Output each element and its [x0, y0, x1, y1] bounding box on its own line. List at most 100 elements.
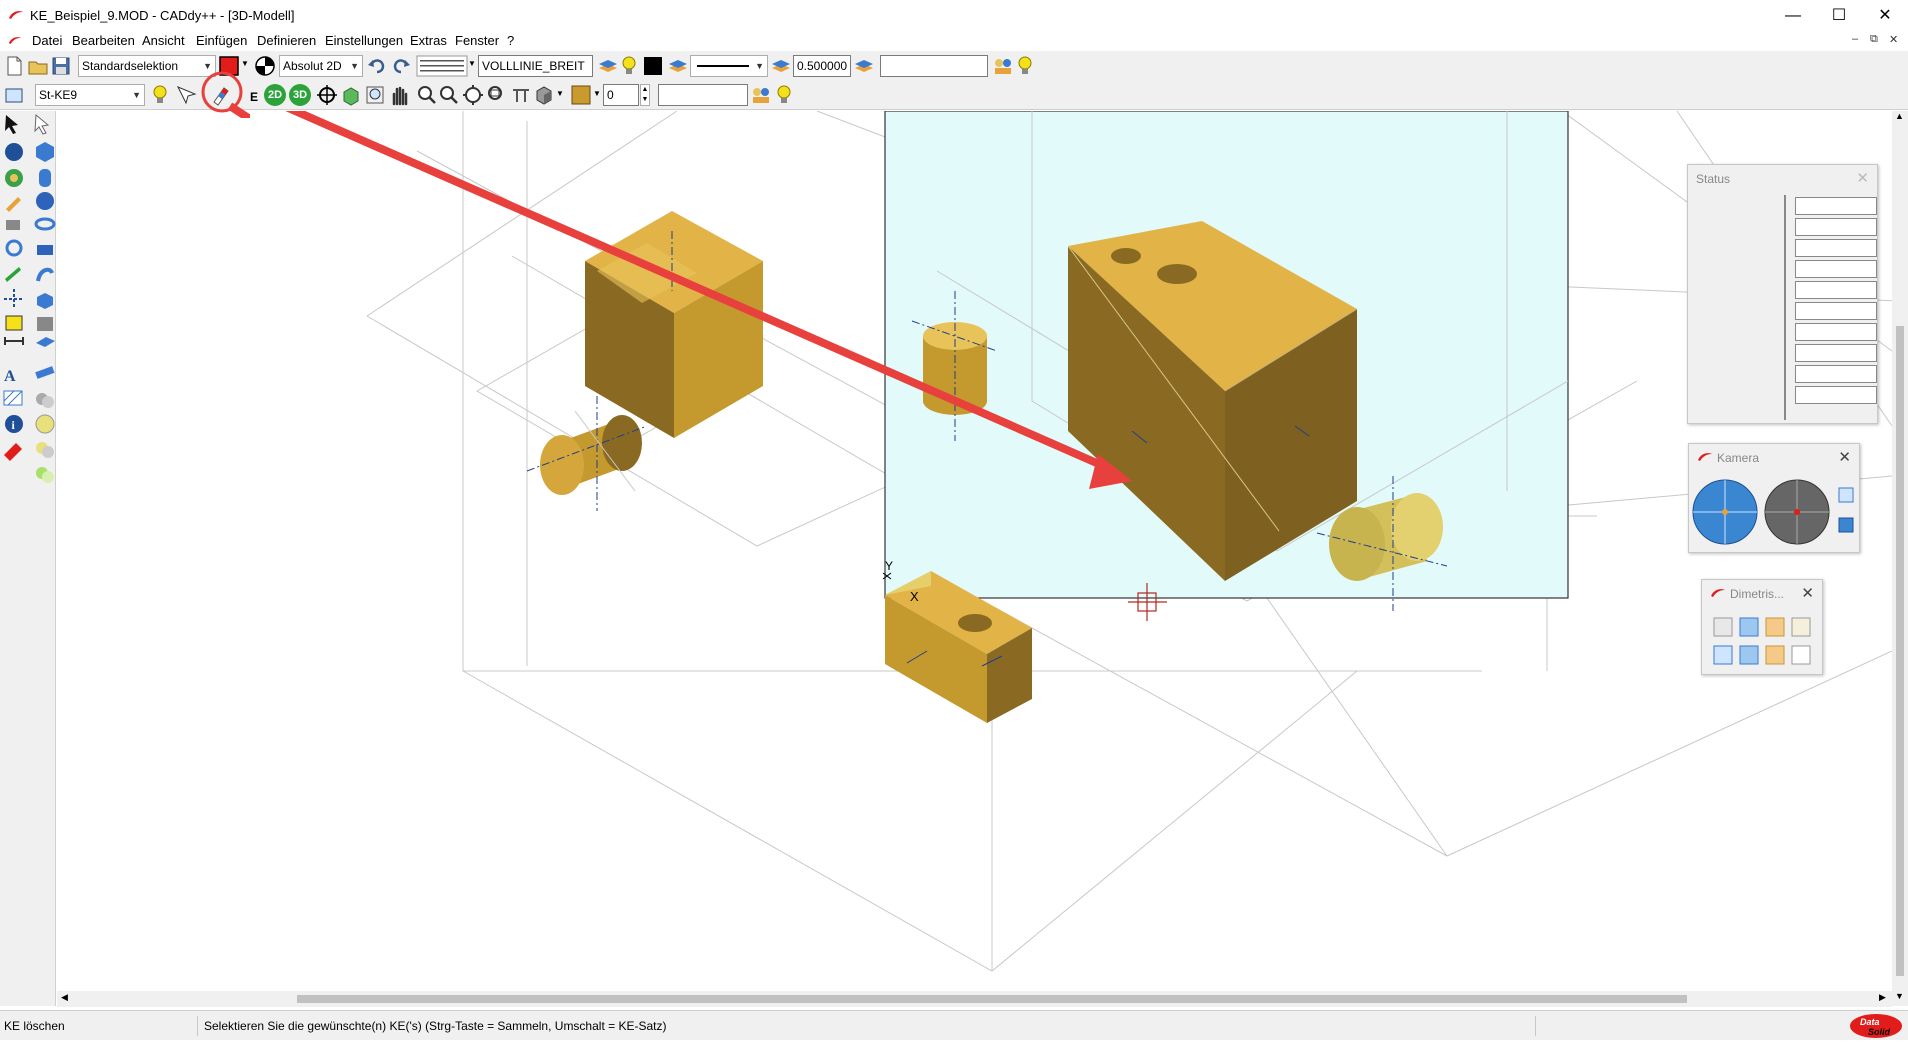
- scroll-left-icon[interactable]: ◀: [61, 992, 68, 1003]
- close-button[interactable]: ✕: [1862, 0, 1908, 31]
- camera-orbit-dark[interactable]: [1764, 479, 1830, 545]
- rotate-view-icon[interactable]: [316, 84, 338, 106]
- spheres-icon[interactable]: [36, 393, 54, 408]
- view-cube-icon[interactable]: [1765, 617, 1785, 637]
- eraser-icon[interactable]: [4, 443, 22, 461]
- view-cube-icon[interactable]: [1713, 645, 1733, 665]
- status-close-button[interactable]: ✕: [1856, 169, 1869, 187]
- vertical-scrollbar[interactable]: ▲ ▼: [1892, 111, 1908, 1006]
- layer-stack-icon[interactable]: [770, 55, 792, 77]
- horizontal-scroll-thumb[interactable]: [297, 995, 1687, 1003]
- cylinder-solid-icon[interactable]: [39, 169, 51, 187]
- camera-cube-icon[interactable]: [1838, 487, 1854, 533]
- grid-pattern-icon[interactable]: [416, 55, 468, 77]
- measure-icon[interactable]: [5, 315, 23, 331]
- lightbulb-icon[interactable]: [618, 55, 640, 77]
- zoom-previous-icon[interactable]: [486, 84, 508, 106]
- layer-stack-icon[interactable]: [667, 55, 689, 77]
- users-icon[interactable]: [992, 55, 1014, 77]
- section-view-icon[interactable]: [510, 84, 532, 106]
- sweep-icon[interactable]: [36, 267, 54, 282]
- chevron-down-icon[interactable]: ▼: [556, 89, 564, 98]
- zoom-in-icon[interactable]: [416, 84, 438, 106]
- shell-icon[interactable]: [37, 245, 53, 255]
- view-cube-icon[interactable]: [1765, 645, 1785, 665]
- select-arrow-icon[interactable]: [5, 115, 18, 134]
- material-sphere-icon[interactable]: [35, 414, 55, 434]
- text-icon[interactable]: A: [4, 368, 16, 385]
- view-cube-icon[interactable]: [1739, 645, 1759, 665]
- line-style-select[interactable]: ▼: [690, 55, 768, 77]
- selection-mode-select[interactable]: Standardselektion ▼: [78, 55, 216, 77]
- layer-stack-icon[interactable]: [853, 55, 875, 77]
- mdi-restore-button[interactable]: ⧉: [1870, 33, 1878, 46]
- lightbulb-icon[interactable]: [1014, 55, 1036, 77]
- axis-icon[interactable]: [4, 289, 24, 309]
- dimension-icon[interactable]: [4, 337, 24, 345]
- minimize-button[interactable]: —: [1770, 0, 1816, 31]
- sketch-icon[interactable]: [5, 267, 21, 282]
- layer-rectangle-icon[interactable]: [3, 84, 25, 106]
- color-swatch-icon[interactable]: [642, 55, 664, 77]
- chamfer-icon[interactable]: [37, 317, 53, 331]
- menu-ansicht[interactable]: Ansicht: [142, 33, 185, 48]
- mdi-minimize-button[interactable]: –: [1852, 33, 1858, 45]
- save-icon[interactable]: [50, 55, 72, 77]
- extrude-icon[interactable]: [6, 220, 20, 230]
- line-width-field[interactable]: 0.500000: [793, 55, 851, 77]
- line-type-field[interactable]: VOLLLINIE_BREIT: [478, 55, 593, 77]
- multi-sphere-icon[interactable]: [36, 442, 54, 458]
- solid-cylinder-1[interactable]: [526, 396, 648, 511]
- layer-select[interactable]: St-KE9 ▼: [35, 84, 145, 106]
- lightbulb-icon[interactable]: [773, 84, 795, 106]
- sphere-solid-icon[interactable]: [5, 143, 23, 161]
- pan-hand-icon[interactable]: [388, 84, 410, 106]
- undo-icon[interactable]: [366, 55, 388, 77]
- view-3d-button[interactable]: 3D: [289, 84, 311, 106]
- menu-datei[interactable]: Datei: [32, 33, 62, 48]
- scroll-right-icon[interactable]: ▶: [1879, 992, 1886, 1003]
- menu-einfuegen[interactable]: Einfügen: [196, 33, 247, 48]
- coordinate-mode-select[interactable]: Absolut 2D ▼: [279, 55, 363, 77]
- beam-icon[interactable]: [35, 366, 55, 379]
- chevron-down-icon[interactable]: ▼: [593, 89, 601, 98]
- menu-einstellungen[interactable]: Einstellungen: [325, 33, 403, 48]
- open-folder-icon[interactable]: [27, 55, 49, 77]
- camera-orbit-blue[interactable]: [1692, 479, 1758, 545]
- plate-icon[interactable]: [36, 337, 55, 347]
- select-feature-icon[interactable]: [175, 84, 197, 106]
- users-icon[interactable]: [750, 84, 772, 106]
- chevron-down-icon[interactable]: ▼: [241, 59, 249, 68]
- zoom-out-icon[interactable]: [438, 84, 460, 106]
- 3d-viewport[interactable]: Y X: [57, 111, 1892, 991]
- scroll-down-icon[interactable]: ▼: [1895, 991, 1904, 1001]
- view-cube-icon[interactable]: [1791, 645, 1811, 665]
- hatch-icon[interactable]: [3, 390, 23, 406]
- loft-icon[interactable]: [37, 293, 53, 309]
- menu-definieren[interactable]: Definieren: [257, 33, 316, 48]
- zoom-window-icon[interactable]: [364, 84, 386, 106]
- new-file-icon[interactable]: [3, 55, 25, 77]
- menu-bearbeiten[interactable]: Bearbeiten: [72, 33, 135, 48]
- view-cube-icon[interactable]: [1791, 617, 1811, 637]
- view-cube-icon[interactable]: [340, 84, 362, 106]
- horizontal-scrollbar[interactable]: ◀ ▶: [57, 991, 1892, 1007]
- toolbar2-text-field[interactable]: [658, 84, 748, 106]
- redo-icon[interactable]: [390, 55, 412, 77]
- zoom-all-icon[interactable]: [462, 84, 484, 106]
- lightbulb-icon[interactable]: [149, 84, 171, 106]
- scroll-up-icon[interactable]: ▲: [1895, 111, 1904, 121]
- menu-fenster[interactable]: Fenster: [455, 33, 499, 48]
- layer-stack-icon[interactable]: [597, 55, 619, 77]
- view-cube-icon[interactable]: [1713, 617, 1733, 637]
- counter-field[interactable]: 0: [603, 84, 639, 106]
- pencil-icon[interactable]: [6, 197, 21, 212]
- mdi-close-button[interactable]: ✕: [1889, 33, 1898, 46]
- toolbar-text-field[interactable]: [880, 55, 988, 77]
- chevron-down-icon[interactable]: ▼: [468, 59, 476, 68]
- revolve-icon[interactable]: [5, 239, 23, 257]
- material-color-icon[interactable]: [570, 84, 592, 106]
- dimetric-close-button[interactable]: ✕: [1801, 584, 1814, 602]
- box-solid-icon[interactable]: [36, 142, 54, 162]
- view-cube-icon[interactable]: [1739, 617, 1759, 637]
